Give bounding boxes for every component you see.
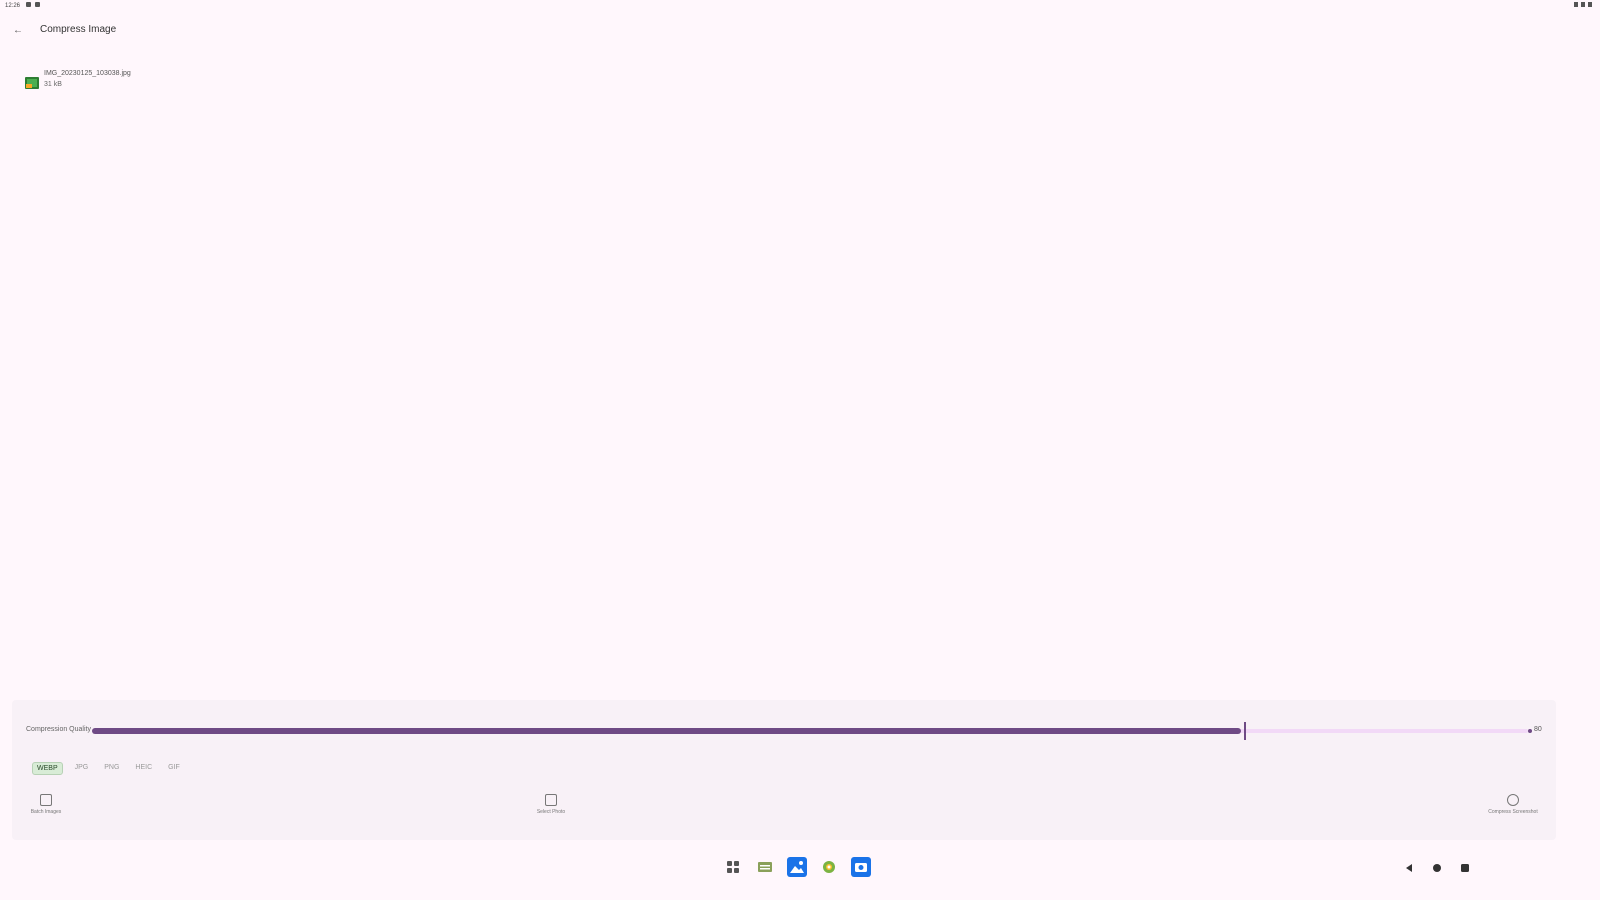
app-drawer-button[interactable] <box>722 856 744 878</box>
page-title: Compress Image <box>40 24 117 35</box>
format-chip-webp[interactable]: WEBP <box>32 762 63 775</box>
images-icon <box>40 794 52 806</box>
file-list-item[interactable]: IMG_20230125_103038.jpg 31 kB <box>22 68 202 98</box>
nav-back-button[interactable] <box>1404 860 1414 878</box>
files-icon <box>758 862 772 872</box>
file-size: 31 kB <box>44 81 62 88</box>
chrome-app-button[interactable] <box>818 856 840 878</box>
nav-recents-button[interactable] <box>1460 860 1470 878</box>
gallery-icon <box>787 857 807 877</box>
select-photo-button[interactable]: Select Photo <box>521 794 581 815</box>
camera-app-button[interactable] <box>850 856 872 878</box>
slider-thumb[interactable] <box>1243 722 1246 740</box>
batch-images-button[interactable]: Batch Images <box>16 794 76 815</box>
gallery-app-button[interactable] <box>786 856 808 878</box>
format-chip-gif[interactable]: GIF <box>164 762 184 775</box>
format-chip-png[interactable]: PNG <box>100 762 123 775</box>
select-photo-label: Select Photo <box>536 809 566 815</box>
app-bar: ← Compress Image <box>0 18 1600 42</box>
taskbar <box>0 848 1600 888</box>
refresh-icon <box>1507 794 1519 806</box>
slider-fill <box>92 728 1241 734</box>
file-name: IMG_20230125_103038.jpg <box>44 70 131 77</box>
back-button[interactable]: ← <box>10 22 26 38</box>
signal-icon <box>1581 2 1585 7</box>
home-icon <box>1433 864 1441 872</box>
files-app-button[interactable] <box>754 856 776 878</box>
compression-panel: Compression Quality 80 WEBP JPG PNG HEIC… <box>12 700 1556 840</box>
chrome-icon <box>823 861 835 873</box>
status-time: 12:26 <box>5 3 21 9</box>
batch-images-label: Batch Images <box>30 809 62 815</box>
app-grid-icon <box>727 861 739 873</box>
wifi-icon <box>1574 2 1578 7</box>
download-icon <box>35 2 40 7</box>
recents-icon <box>1461 864 1469 872</box>
nav-home-button[interactable] <box>1432 860 1442 878</box>
status-bar: 12:26 <box>0 0 1600 14</box>
system-navigation <box>1404 860 1470 878</box>
compress-screenshot-button[interactable]: Compress Screenshot <box>1483 794 1543 815</box>
taskbar-apps <box>722 856 872 878</box>
battery-icon <box>1588 2 1592 7</box>
format-chip-jpg[interactable]: JPG <box>71 762 93 775</box>
format-chips: WEBP JPG PNG HEIC GIF <box>32 762 184 775</box>
format-chip-heic[interactable]: HEIC <box>131 762 156 775</box>
compress-screenshot-label: Compress Screenshot <box>1488 809 1538 815</box>
photo-icon <box>545 794 557 806</box>
quality-value: 80 <box>1534 726 1542 733</box>
back-icon <box>1406 864 1412 872</box>
back-arrow-icon: ← <box>13 24 23 36</box>
camera-icon <box>851 857 871 877</box>
quality-slider[interactable] <box>92 722 1532 740</box>
image-thumbnail <box>25 77 39 89</box>
slider-end-dot <box>1528 729 1532 733</box>
notification-icon <box>26 2 31 7</box>
quality-label: Compression Quality <box>26 726 91 733</box>
